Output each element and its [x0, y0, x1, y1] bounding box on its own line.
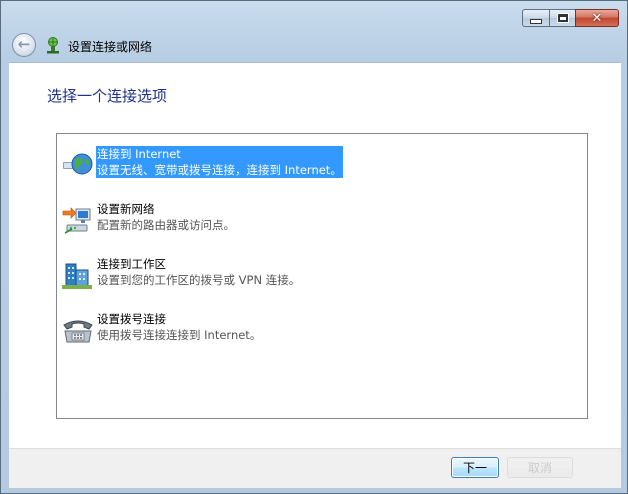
- option-description: 设置到您的工作区的拨号或 VPN 连接。: [97, 273, 301, 287]
- workplace-icon: [62, 263, 92, 289]
- wizard-footer: 下一 取消: [9, 448, 621, 488]
- dialog-window: ✕ ← 设置连接或网络 选择一个连接选项 连接到 Internet 设置无线、宽…: [0, 0, 628, 494]
- option-title: 连接到 Internet: [97, 147, 181, 161]
- new-network-icon: [62, 207, 91, 234]
- option-text: 设置拨号连接 使用拨号连接连接到 Internet。: [97, 311, 261, 343]
- wizard-content: 选择一个连接选项 连接到 Internet 设置无线、宽带或拨号连接，连接到 I…: [9, 62, 621, 448]
- close-button[interactable]: ✕: [575, 9, 619, 27]
- next-button[interactable]: 下一: [451, 457, 499, 478]
- window-title: 设置连接或网络: [68, 40, 153, 54]
- option-title: 设置新网络: [97, 202, 155, 216]
- globe-network-icon: [63, 153, 93, 175]
- caption-buttons: ✕: [522, 9, 619, 27]
- option-dialup[interactable]: 设置拨号连接 使用拨号连接连接到 Internet。: [61, 311, 361, 351]
- close-icon: ✕: [591, 10, 603, 26]
- back-arrow-icon: ←: [17, 35, 31, 53]
- option-title: 设置拨号连接: [97, 312, 166, 326]
- dialup-phone-icon: [63, 320, 93, 343]
- option-text: 设置新网络 配置新的路由器或访问点。: [97, 201, 235, 233]
- maximize-button[interactable]: [549, 9, 575, 27]
- option-connect-workplace[interactable]: 连接到工作区 设置到您的工作区的拨号或 VPN 连接。: [61, 256, 361, 296]
- back-button[interactable]: ←: [12, 33, 36, 57]
- option-connect-internet[interactable]: 连接到 Internet 设置无线、宽带或拨号连接，连接到 Internet。: [61, 146, 361, 186]
- page-heading: 选择一个连接选项: [47, 87, 168, 105]
- wizard-header: ← 设置连接或网络: [9, 32, 621, 60]
- option-text: 连接到 Internet 设置无线、宽带或拨号连接，连接到 Internet。: [96, 146, 343, 178]
- option-description: 使用拨号连接连接到 Internet。: [97, 328, 262, 342]
- minimize-button[interactable]: [522, 9, 549, 27]
- network-setup-icon: [47, 37, 59, 54]
- maximize-icon: [556, 13, 569, 23]
- option-text: 连接到工作区 设置到您的工作区的拨号或 VPN 连接。: [97, 256, 300, 288]
- option-new-network[interactable]: 设置新网络 配置新的路由器或访问点。: [61, 201, 361, 241]
- option-description: 配置新的路由器或访问点。: [97, 218, 235, 232]
- connection-options-list[interactable]: 连接到 Internet 设置无线、宽带或拨号连接，连接到 Internet。 …: [56, 133, 588, 419]
- option-description: 设置无线、宽带或拨号连接，连接到 Internet。: [97, 163, 342, 177]
- minimize-icon: [530, 18, 542, 24]
- cancel-button[interactable]: 取消: [507, 457, 573, 478]
- option-title: 连接到工作区: [97, 257, 166, 271]
